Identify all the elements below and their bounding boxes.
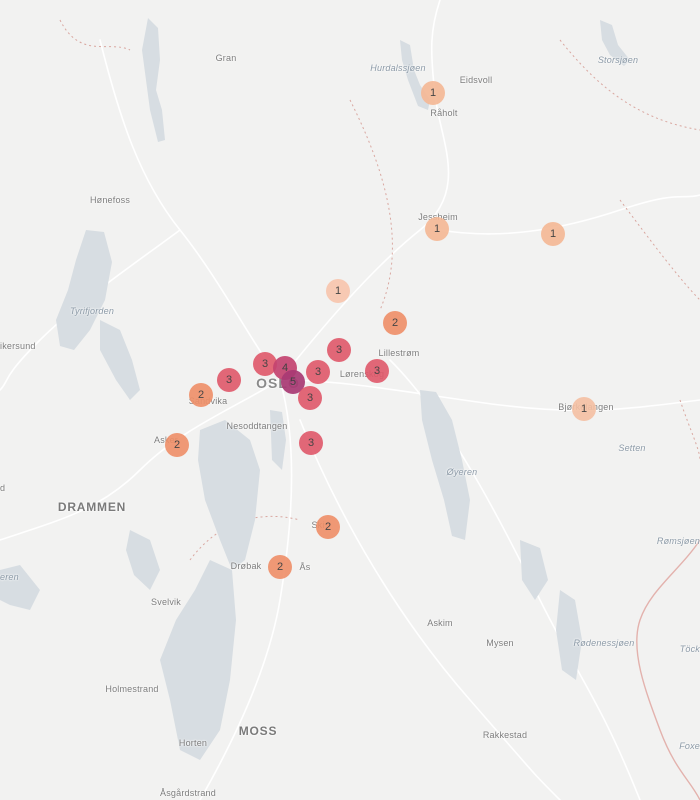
place-label-tocksfors: Töck [679, 644, 700, 654]
place-label-raholt: Råholt [430, 108, 458, 118]
place-label-asgardstrand: Åsgårdstrand [160, 788, 216, 798]
cluster-marker-sandvika[interactable]: 2 [189, 383, 213, 407]
place-label-romsjoen: Rømsjøen [656, 536, 700, 546]
cluster-marker-skedsmo[interactable]: 2 [383, 311, 407, 335]
place-label-horten: Horten [178, 738, 208, 748]
base-map [0, 0, 700, 800]
place-label-oyeren: Øyeren [446, 467, 478, 477]
place-label-drammen: DRAMMEN [57, 500, 127, 514]
cluster-marker-bekkestua[interactable]: 3 [217, 368, 241, 392]
cluster-marker-skedsmo-north[interactable]: 1 [326, 279, 350, 303]
map-view[interactable]: Gran Hurdalssjøen Eidsvoll Råholt Storsjøen H… [0, 0, 700, 800]
place-label-drobak: Drøbak [230, 561, 262, 571]
place-label-foxen: Foxe [679, 741, 700, 751]
place-label-moss: MOSS [238, 724, 278, 738]
cluster-marker-asker[interactable]: 2 [165, 433, 189, 457]
place-label-askim: Askim [427, 618, 453, 628]
place-label-as: Ås [299, 562, 311, 572]
place-label-nesoddtangen: Nesoddtangen [226, 421, 288, 431]
cluster-marker-oslo-east[interactable]: 3 [306, 360, 330, 384]
place-label-mysen: Mysen [486, 638, 514, 648]
place-label-setten: Setten [618, 443, 646, 453]
place-label-eidsvoll: Eidsvoll [459, 75, 493, 85]
cluster-marker-as[interactable]: 2 [268, 555, 292, 579]
place-label-holmestrand: Holmestrand [105, 684, 159, 694]
cluster-marker-lorenskog[interactable]: 3 [365, 359, 389, 383]
place-label-leftd: d [0, 483, 6, 493]
place-label-tyrifjorden: Tyrifjorden [69, 306, 115, 316]
cluster-marker-groruddalen[interactable]: 3 [327, 338, 351, 362]
place-label-krokkleiva: ikersund [0, 341, 36, 351]
cluster-marker-bjorkelangen[interactable]: 1 [572, 397, 596, 421]
cluster-marker-jessheim[interactable]: 1 [425, 217, 449, 241]
place-label-lefteren: eren [0, 572, 19, 582]
place-label-storsjoen: Storsjøen [597, 55, 639, 65]
place-label-svelvik: Svelvik [151, 597, 181, 607]
cluster-marker-ski[interactable]: 2 [316, 515, 340, 539]
cluster-marker-oslo-south[interactable]: 3 [298, 386, 322, 410]
cluster-marker-raholt[interactable]: 1 [421, 81, 445, 105]
place-label-rakkestad: Rakkestad [482, 730, 528, 740]
place-label-gran: Gran [215, 53, 237, 63]
place-label-rodenessjoen: Rødenessjøen [573, 638, 635, 648]
place-label-honefoss: Hønefoss [89, 195, 131, 205]
cluster-marker-nannestad-east[interactable]: 1 [541, 222, 565, 246]
place-label-hurdalssjoen: Hurdalssjøen [370, 63, 426, 73]
cluster-marker-kolbotn[interactable]: 3 [299, 431, 323, 455]
place-label-lillestrom: Lillestrøm [378, 348, 420, 358]
